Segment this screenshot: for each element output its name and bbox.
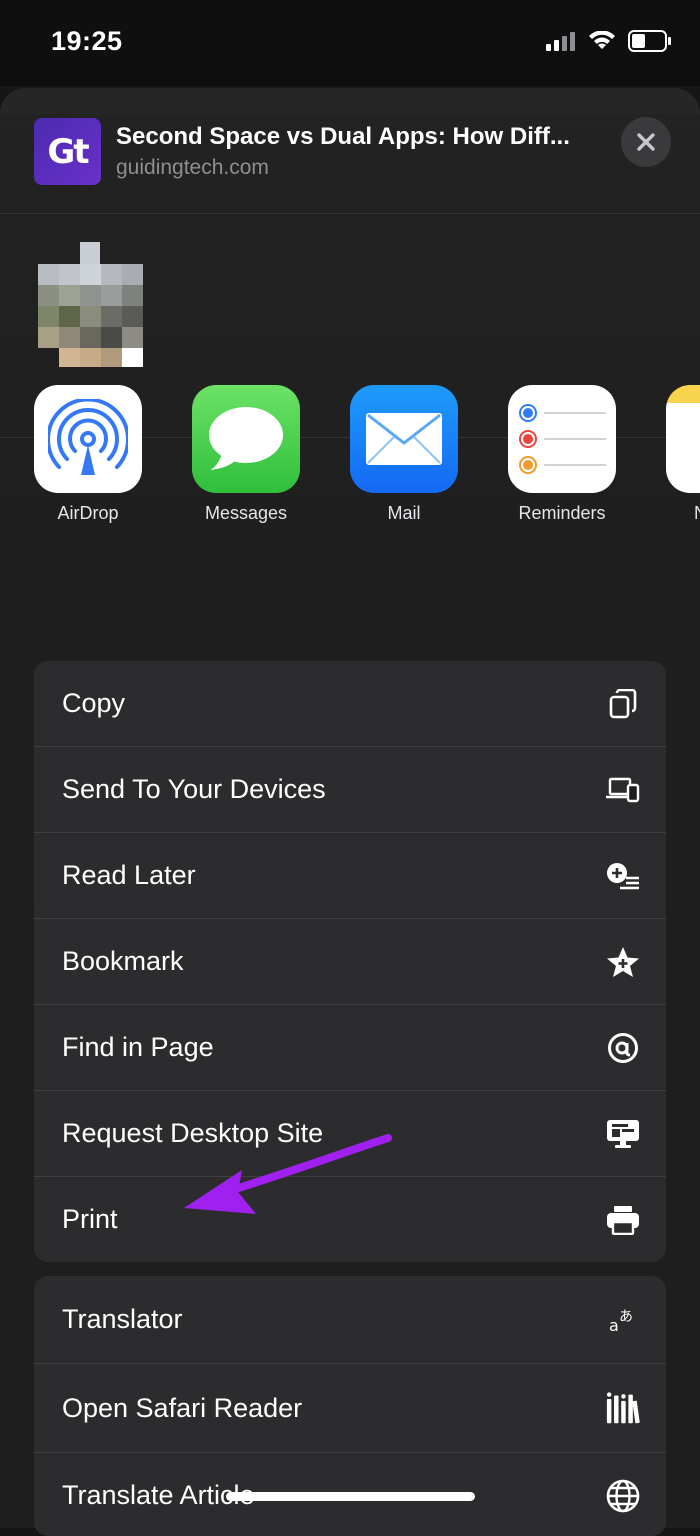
signal-icon (546, 32, 575, 51)
app-row: AirDrop Messages Mail Reminders (0, 385, 700, 535)
status-bar: 19:25 (0, 0, 700, 86)
contact-avatar[interactable] (38, 152, 144, 367)
close-button[interactable] (621, 117, 671, 167)
close-icon (637, 133, 655, 151)
printer-icon (606, 1203, 640, 1237)
devices-icon (606, 773, 640, 807)
app-airdrop[interactable]: AirDrop (34, 385, 142, 524)
reminders-icon (508, 385, 616, 493)
action-bookmark[interactable]: Bookmark (34, 919, 666, 1005)
wifi-icon (589, 31, 615, 49)
translate-icon: a あ (606, 1303, 640, 1337)
app-mail-label: Mail (387, 503, 421, 523)
status-time: 19:25 (51, 26, 123, 56)
notes-icon (666, 385, 700, 493)
annotation-arrow (184, 1134, 392, 1214)
action-label: Print (62, 1204, 118, 1234)
action-label: Find in Page (62, 1032, 214, 1062)
app-messages-label: Messages (204, 503, 288, 523)
action-find-in-page[interactable]: Find in Page (34, 1005, 666, 1091)
svg-text:あ: あ (619, 1309, 633, 1325)
action-send-to-devices[interactable]: Send To Your Devices (34, 747, 666, 833)
status-icons (546, 30, 672, 52)
svg-text:a: a (609, 1316, 619, 1335)
action-copy[interactable]: Copy (34, 661, 666, 747)
app-reminders[interactable]: Reminders (508, 385, 616, 524)
globe-icon (606, 1479, 640, 1513)
action-open-safari-reader[interactable]: Open Safari Reader (34, 1364, 666, 1453)
star-icon (606, 945, 640, 979)
action-label: Copy (62, 688, 126, 718)
mail-icon (350, 385, 458, 493)
find-icon (606, 1031, 640, 1065)
app-messages[interactable]: Messages (192, 385, 300, 524)
action-label: Read Later (62, 860, 196, 890)
read-later-icon (606, 859, 640, 893)
app-notes-label: N (666, 503, 700, 524)
page-title: Second Space vs Dual Apps: How Diff... (116, 123, 570, 150)
messages-icon (192, 385, 300, 493)
copy-icon (606, 687, 640, 721)
app-notes[interactable]: N (666, 385, 700, 524)
desktop-icon (606, 1117, 640, 1151)
action-label: Bookmark (62, 946, 184, 976)
battery-icon (628, 30, 671, 52)
app-reminders-label: Reminders (518, 503, 606, 523)
action-label: Send To Your Devices (62, 774, 326, 804)
action-translator[interactable]: Translator a あ (34, 1276, 666, 1364)
app-airdrop-label: AirDrop (57, 503, 119, 523)
action-label: Open Safari Reader (62, 1392, 303, 1423)
reader-icon (606, 1391, 640, 1425)
airdrop-icon (34, 385, 142, 493)
app-mail[interactable]: Mail (350, 385, 458, 524)
home-indicator[interactable] (226, 1492, 475, 1501)
action-label: Translator (62, 1304, 183, 1334)
action-read-later[interactable]: Read Later (34, 833, 666, 919)
